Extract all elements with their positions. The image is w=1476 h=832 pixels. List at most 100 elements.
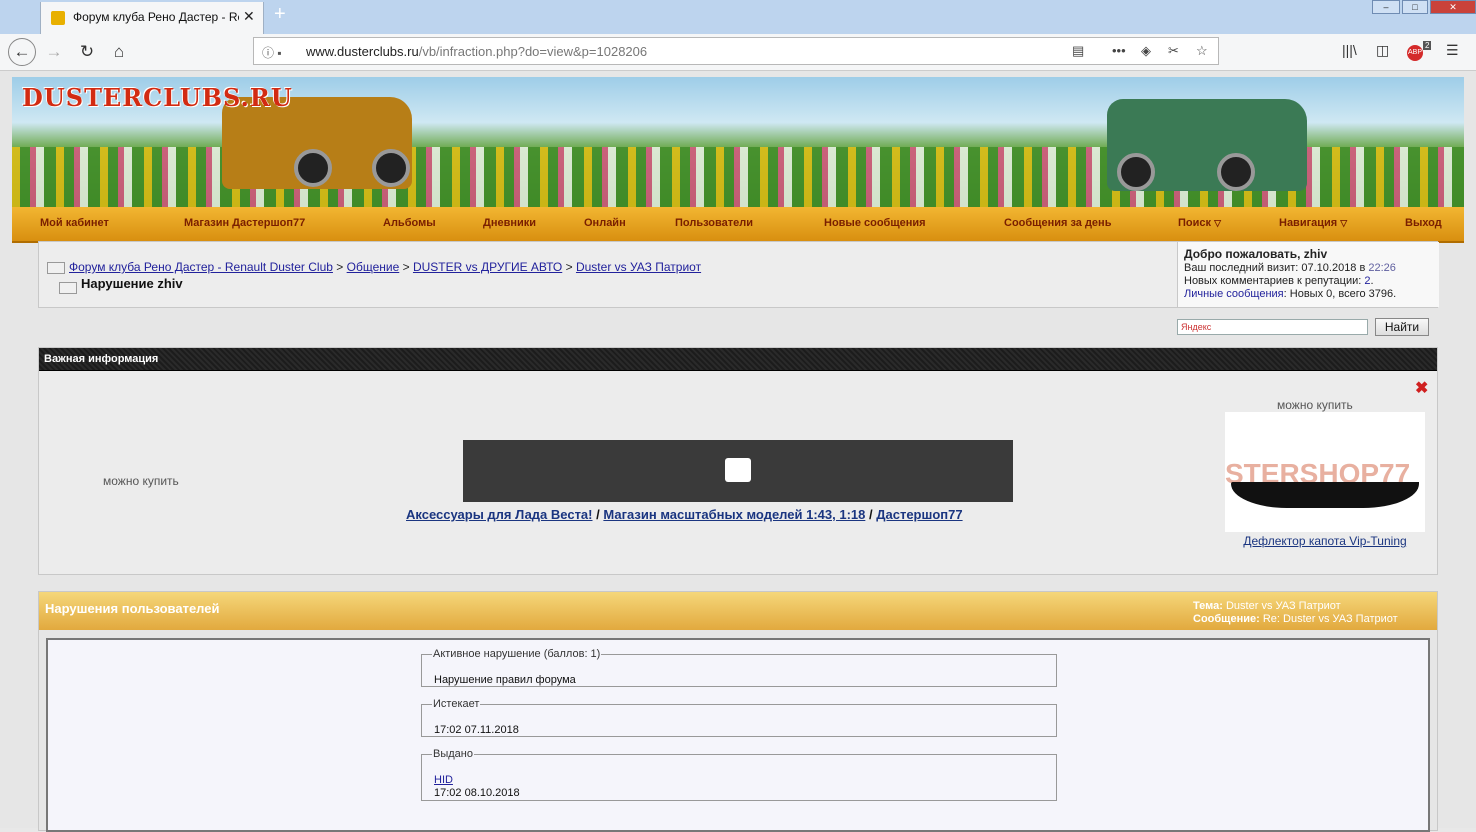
screenshot-icon[interactable]: ✂: [1168, 43, 1179, 59]
addon-badge: 2: [1423, 41, 1432, 51]
green-car-image: [1107, 99, 1307, 191]
active-violation-fieldset: Активное нарушение (баллов: 1) Нарушение…: [421, 648, 1057, 687]
last-visit-time: 22:26: [1368, 262, 1396, 274]
important-info-header: Важная информация: [39, 348, 1437, 371]
breadcrumb-separator: >: [402, 260, 410, 274]
ad-link-separator: /: [596, 507, 600, 522]
url-text: www.dusterclubs.ru/vb/infraction.php?do=…: [306, 44, 648, 59]
breadcrumb-duster-vs[interactable]: DUSTER vs ДРУГИЕ АВТО: [413, 260, 562, 274]
menu-my-cabinet[interactable]: Мой кабинет: [40, 217, 109, 229]
issued-by-link[interactable]: HID: [434, 774, 453, 786]
menu-new-posts[interactable]: Новые сообщения: [824, 217, 926, 229]
breadcrumb-separator: >: [565, 260, 573, 274]
menu-online[interactable]: Онлайн: [584, 217, 626, 229]
menu-search[interactable]: Поиск ▽: [1178, 217, 1221, 229]
tab-strip: Форум клуба Рено Дастер - Renault Duster…: [0, 0, 1476, 34]
violation-context: Тема: Duster vs УАЗ Патриот Сообщение: R…: [1193, 600, 1398, 626]
pocket-icon[interactable]: ◈: [1141, 43, 1151, 59]
menu-logout[interactable]: Выход: [1405, 217, 1442, 229]
active-violation-text: Нарушение правил форума: [434, 674, 576, 686]
hood-deflector-image: [1231, 482, 1419, 508]
ad-label-right: можно купить: [1277, 398, 1353, 412]
issued-by: HID: [434, 774, 453, 786]
breadcrumb-general[interactable]: Общение: [347, 260, 400, 274]
folder-icon: [47, 261, 65, 274]
ad-link-scale-models[interactable]: Магазин масштабных моделей 1:43, 1:18: [603, 507, 865, 522]
violation-details: Активное нарушение (баллов: 1) Нарушение…: [46, 638, 1430, 832]
library-icon[interactable]: |||\: [1342, 42, 1357, 58]
breadcrumb-thread[interactable]: Duster vs УАЗ Патриот: [576, 260, 701, 274]
open-folder-icon: [59, 282, 77, 294]
welcome-panel: Добро пожаловать, zhiv Ваш последний виз…: [1177, 242, 1439, 307]
ad-link-separator: /: [868, 507, 873, 522]
page-content: DUSTERCLUBS.RU Мой кабинет Магазин Дасте…: [0, 71, 1476, 832]
new-tab-button[interactable]: +: [274, 3, 286, 26]
site-banner: DUSTERCLUBS.RU: [12, 77, 1464, 207]
plugin-placeholder-icon: [725, 458, 751, 482]
menu-users[interactable]: Пользователи: [675, 217, 753, 229]
menu-shop[interactable]: Магазин Дастершоп77: [184, 217, 305, 229]
window-controls: – □ ✕: [1372, 0, 1476, 14]
site-logo[interactable]: DUSTERCLUBS.RU: [22, 83, 293, 112]
bookmark-star-icon[interactable]: ☆: [1196, 43, 1208, 59]
private-messages-link[interactable]: Личные сообщения: [1184, 288, 1284, 300]
last-visit-label: Ваш последний визит: 07.10.2018 в: [1184, 262, 1366, 274]
ad-banner[interactable]: [463, 440, 1013, 502]
home-button[interactable]: ⌂: [107, 40, 131, 64]
ad-product-image[interactable]: STERSHOP77: [1225, 412, 1425, 532]
wheel-icon: [1217, 153, 1255, 191]
minimize-button[interactable]: –: [1372, 0, 1400, 14]
wheel-icon: [1117, 153, 1155, 191]
welcome-greeting: Добро пожаловать, zhiv: [1184, 247, 1328, 261]
forward-button[interactable]: →: [42, 40, 66, 64]
reload-button[interactable]: ↻: [75, 40, 99, 64]
chevron-down-icon: ▽: [1214, 218, 1221, 228]
sidebar-icon[interactable]: ◫: [1376, 42, 1389, 59]
navigation-toolbar: ← → ↻ ⌂ ⓘ ▪ www.dusterclubs.ru/vb/infrac…: [0, 34, 1476, 71]
browser-tab[interactable]: Форум клуба Рено Дастер - Renault Duster…: [40, 2, 264, 34]
menu-navigation[interactable]: Навигация ▽: [1279, 217, 1347, 229]
breadcrumb-panel: Форум клуба Рено Дастер - Renault Duster…: [38, 241, 1439, 308]
menu-today-posts[interactable]: Сообщения за день: [1004, 217, 1111, 229]
ad-product-link[interactable]: Дефлектор капота Vip-Tuning: [1235, 534, 1415, 549]
search-input[interactable]: Яндекс: [1177, 319, 1368, 335]
message-value: Re: Duster vs УАЗ Патриот: [1262, 613, 1398, 625]
site-favicon-icon: [51, 11, 65, 25]
page-actions-icon[interactable]: •••: [1112, 43, 1126, 58]
maximize-button[interactable]: □: [1402, 0, 1428, 14]
breadcrumb-separator: >: [336, 260, 344, 274]
ad-link-dustershop[interactable]: Дастершоп77: [876, 507, 962, 522]
wheel-icon: [372, 149, 410, 187]
ad-label-left: можно купить: [103, 474, 179, 488]
window-close-button[interactable]: ✕: [1430, 0, 1476, 14]
violations-panel: Нарушения пользователей Тема: Duster vs …: [38, 591, 1438, 832]
back-button[interactable]: ←: [8, 38, 36, 66]
topic-label: Тема:: [1193, 600, 1223, 612]
ad-links: Аксессуары для Лада Веста! / Магазин мас…: [406, 507, 963, 522]
wheel-icon: [294, 149, 332, 187]
message-label: Сообщение:: [1193, 613, 1260, 625]
menu-blogs[interactable]: Дневники: [483, 217, 536, 229]
expires-text: 17:02 07.11.2018: [434, 724, 519, 736]
ad-link-lada-vesta[interactable]: Аксессуары для Лада Веста!: [406, 507, 593, 522]
tab-title: Форум клуба Рено Дастер - Renault Duster…: [73, 10, 239, 24]
close-tab-icon[interactable]: ✕: [243, 8, 255, 25]
breadcrumb: Форум клуба Рено Дастер - Renault Duster…: [47, 260, 701, 274]
reader-view-icon[interactable]: ▤: [1072, 43, 1084, 59]
issued-fieldset: Выдано HID 17:02 08.10.2018: [421, 748, 1057, 801]
menu-hamburger-icon[interactable]: ☰: [1446, 42, 1459, 59]
menu-albums[interactable]: Альбомы: [383, 217, 436, 229]
breadcrumb-forum-home[interactable]: Форум клуба Рено Дастер - Renault Duster…: [69, 260, 333, 274]
close-icon[interactable]: ✖: [1415, 378, 1428, 398]
important-info-panel: Важная информация ✖ можно купить Аксессу…: [38, 347, 1438, 575]
site-info-icon[interactable]: ⓘ ▪: [262, 44, 282, 61]
address-bar[interactable]: ⓘ ▪ www.dusterclubs.ru/vb/infraction.php…: [253, 37, 1219, 65]
page-title: Нарушение zhiv: [81, 276, 183, 291]
active-violation-legend: Активное нарушение (баллов: 1): [433, 648, 601, 660]
important-info-title: Важная информация: [44, 353, 159, 365]
reputation-link[interactable]: 2: [1364, 275, 1370, 287]
search-button[interactable]: Найти: [1375, 318, 1429, 336]
adblock-icon[interactable]: ABP2: [1407, 41, 1432, 61]
expires-fieldset: Истекает 17:02 07.11.2018: [421, 698, 1057, 737]
site-menu: Мой кабинет Магазин Дастершоп77 Альбомы …: [12, 207, 1464, 243]
